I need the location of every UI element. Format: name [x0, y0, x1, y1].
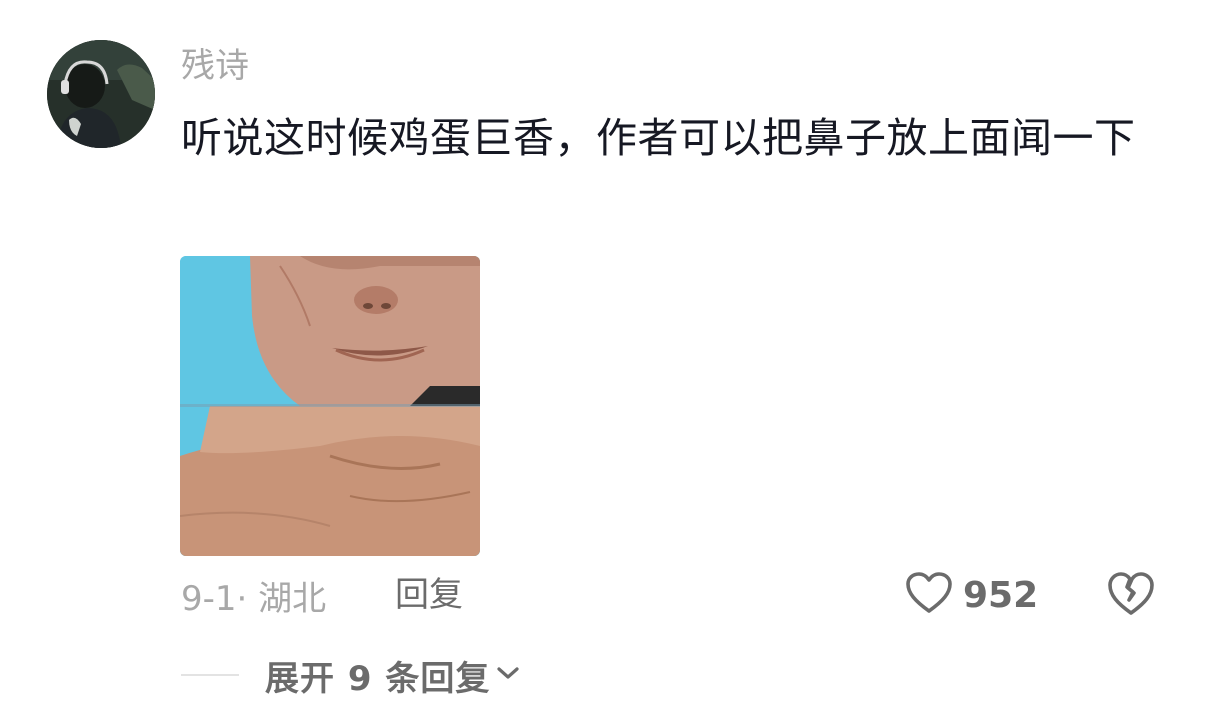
- like-button[interactable]: 952: [905, 568, 1038, 622]
- comment-meta: 9-1· 湖北: [181, 568, 326, 622]
- like-count: 952: [963, 574, 1039, 616]
- reply-button[interactable]: 回复: [395, 568, 463, 622]
- comment-text: 听说这时候鸡蛋巨香，作者可以把鼻子放上面闻一下: [181, 114, 1136, 162]
- expand-replies-row: 展开 9 条回复: [181, 648, 520, 702]
- divider: [181, 674, 239, 676]
- date-location: 9-1· 湖北: [181, 578, 327, 619]
- expand-replies-button[interactable]: 展开 9 条回复: [265, 651, 520, 700]
- comment-image[interactable]: [180, 256, 480, 556]
- heart-outline-icon[interactable]: [905, 571, 953, 619]
- comment-item: 残诗 听说这时候鸡蛋巨香，作者可以把鼻子放上面闻一下 9-1· 湖北 回复 95…: [0, 0, 1206, 724]
- chevron-down-icon: [496, 665, 520, 685]
- expand-replies-label: 展开 9 条回复: [265, 658, 491, 699]
- broken-heart-icon[interactable]: [1106, 570, 1156, 620]
- username[interactable]: 残诗: [181, 42, 249, 90]
- avatar[interactable]: [47, 40, 155, 148]
